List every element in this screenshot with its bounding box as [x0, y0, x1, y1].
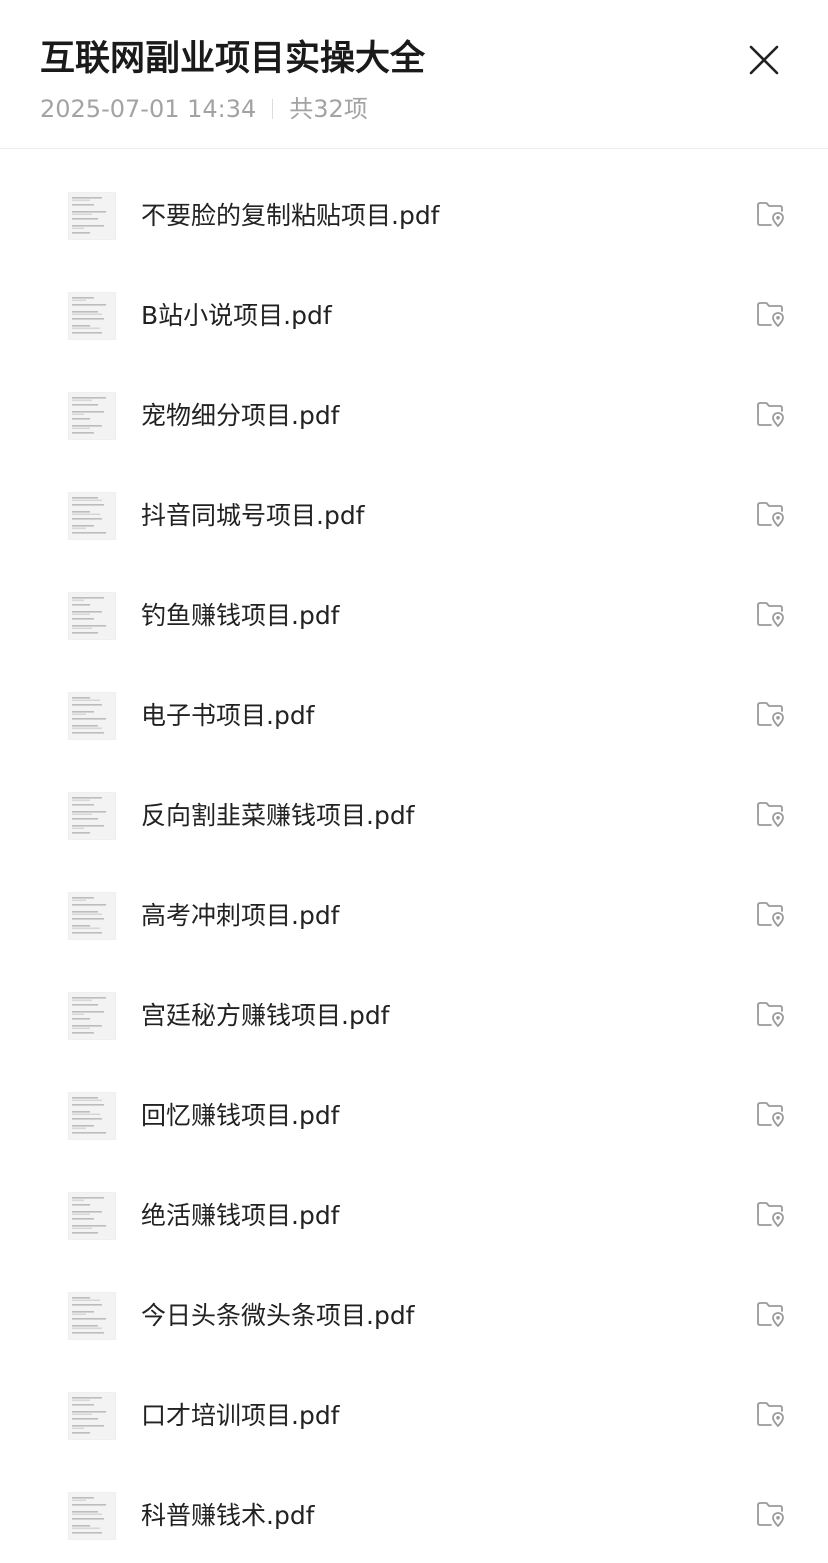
- file-name: 宠物细分项目.pdf: [141, 401, 340, 430]
- file-name: 口才培训项目.pdf: [141, 1401, 340, 1430]
- pdf-thumbnail: [68, 192, 116, 240]
- file-name: B站小说项目.pdf: [141, 301, 332, 330]
- file-name: 绝活赚钱项目.pdf: [141, 1201, 340, 1230]
- locate-in-folder-button[interactable]: [752, 899, 790, 933]
- file-row[interactable]: 钓鱼赚钱项目.pdf: [0, 566, 828, 666]
- header-meta: 2025-07-01 14:34 共32项: [40, 92, 368, 126]
- pdf-thumbnail: [68, 792, 116, 840]
- close-icon: [749, 45, 779, 75]
- pdf-thumbnail: [68, 892, 116, 940]
- folder-location-icon: [756, 900, 786, 932]
- file-name: 今日头条微头条项目.pdf: [141, 1301, 415, 1330]
- file-row[interactable]: 高考冲刺项目.pdf: [0, 866, 828, 966]
- file-row[interactable]: 今日头条微头条项目.pdf: [0, 1266, 828, 1366]
- close-button[interactable]: [738, 34, 790, 86]
- file-list: 不要脸的复制粘贴项目.pdf B站小说项目.pdf 宠物细分项目.pdf 抖音同城号项…: [0, 166, 828, 1563]
- pdf-thumbnail: [68, 392, 116, 440]
- file-row[interactable]: 抖音同城号项目.pdf: [0, 466, 828, 566]
- pdf-thumbnail: [68, 1292, 116, 1340]
- pdf-thumbnail: [68, 992, 116, 1040]
- timestamp: 2025-07-01 14:34: [40, 95, 257, 123]
- file-name: 钓鱼赚钱项目.pdf: [141, 601, 340, 630]
- file-row[interactable]: 不要脸的复制粘贴项目.pdf: [0, 166, 828, 266]
- file-row[interactable]: 宫廷秘方赚钱项目.pdf: [0, 966, 828, 1066]
- pdf-thumbnail: [68, 1492, 116, 1540]
- file-row[interactable]: 宠物细分项目.pdf: [0, 366, 828, 466]
- pdf-thumbnail: [68, 592, 116, 640]
- folder-location-icon: [756, 300, 786, 332]
- locate-in-folder-button[interactable]: [752, 499, 790, 533]
- file-list-sheet: 互联网副业项目实操大全 2025-07-01 14:34 共32项 不要脸的复制…: [0, 0, 828, 1563]
- folder-location-icon: [756, 1200, 786, 1232]
- folder-location-icon: [756, 800, 786, 832]
- file-name: 宫廷秘方赚钱项目.pdf: [141, 1001, 390, 1030]
- file-name: 科普赚钱术.pdf: [141, 1501, 315, 1530]
- locate-in-folder-button[interactable]: [752, 199, 790, 233]
- pdf-thumbnail: [68, 492, 116, 540]
- locate-in-folder-button[interactable]: [752, 1399, 790, 1433]
- locate-in-folder-button[interactable]: [752, 1199, 790, 1233]
- folder-location-icon: [756, 500, 786, 532]
- pdf-thumbnail: [68, 1092, 116, 1140]
- file-row[interactable]: 回忆赚钱项目.pdf: [0, 1066, 828, 1166]
- file-row[interactable]: 反向割韭菜赚钱项目.pdf: [0, 766, 828, 866]
- file-row[interactable]: 科普赚钱术.pdf: [0, 1466, 828, 1563]
- folder-location-icon: [756, 400, 786, 432]
- locate-in-folder-button[interactable]: [752, 799, 790, 833]
- folder-location-icon: [756, 1500, 786, 1532]
- file-name: 高考冲刺项目.pdf: [141, 901, 340, 930]
- file-name: 电子书项目.pdf: [141, 701, 315, 730]
- file-name: 抖音同城号项目.pdf: [141, 501, 365, 530]
- locate-in-folder-button[interactable]: [752, 299, 790, 333]
- locate-in-folder-button[interactable]: [752, 1299, 790, 1333]
- page-title: 互联网副业项目实操大全: [40, 39, 426, 79]
- folder-location-icon: [756, 1400, 786, 1432]
- locate-in-folder-button[interactable]: [752, 1099, 790, 1133]
- folder-location-icon: [756, 1000, 786, 1032]
- file-row[interactable]: 电子书项目.pdf: [0, 666, 828, 766]
- file-name: 回忆赚钱项目.pdf: [141, 1101, 340, 1130]
- folder-location-icon: [756, 1100, 786, 1132]
- pdf-thumbnail: [68, 692, 116, 740]
- file-row[interactable]: 绝活赚钱项目.pdf: [0, 1166, 828, 1266]
- file-name: 反向割韭菜赚钱项目.pdf: [141, 801, 415, 830]
- pdf-thumbnail: [68, 1192, 116, 1240]
- locate-in-folder-button[interactable]: [752, 599, 790, 633]
- locate-in-folder-button[interactable]: [752, 699, 790, 733]
- folder-location-icon: [756, 200, 786, 232]
- locate-in-folder-button[interactable]: [752, 1499, 790, 1533]
- folder-location-icon: [756, 1300, 786, 1332]
- sheet-header: 互联网副业项目实操大全 2025-07-01 14:34 共32项: [0, 0, 828, 149]
- file-row[interactable]: 口才培训项目.pdf: [0, 1366, 828, 1466]
- item-count: 共32项: [289, 95, 368, 123]
- locate-in-folder-button[interactable]: [752, 399, 790, 433]
- meta-divider: [272, 99, 274, 119]
- locate-in-folder-button[interactable]: [752, 999, 790, 1033]
- folder-location-icon: [756, 700, 786, 732]
- file-row[interactable]: B站小说项目.pdf: [0, 266, 828, 366]
- pdf-thumbnail: [68, 292, 116, 340]
- file-name: 不要脸的复制粘贴项目.pdf: [141, 201, 440, 230]
- folder-location-icon: [756, 600, 786, 632]
- pdf-thumbnail: [68, 1392, 116, 1440]
